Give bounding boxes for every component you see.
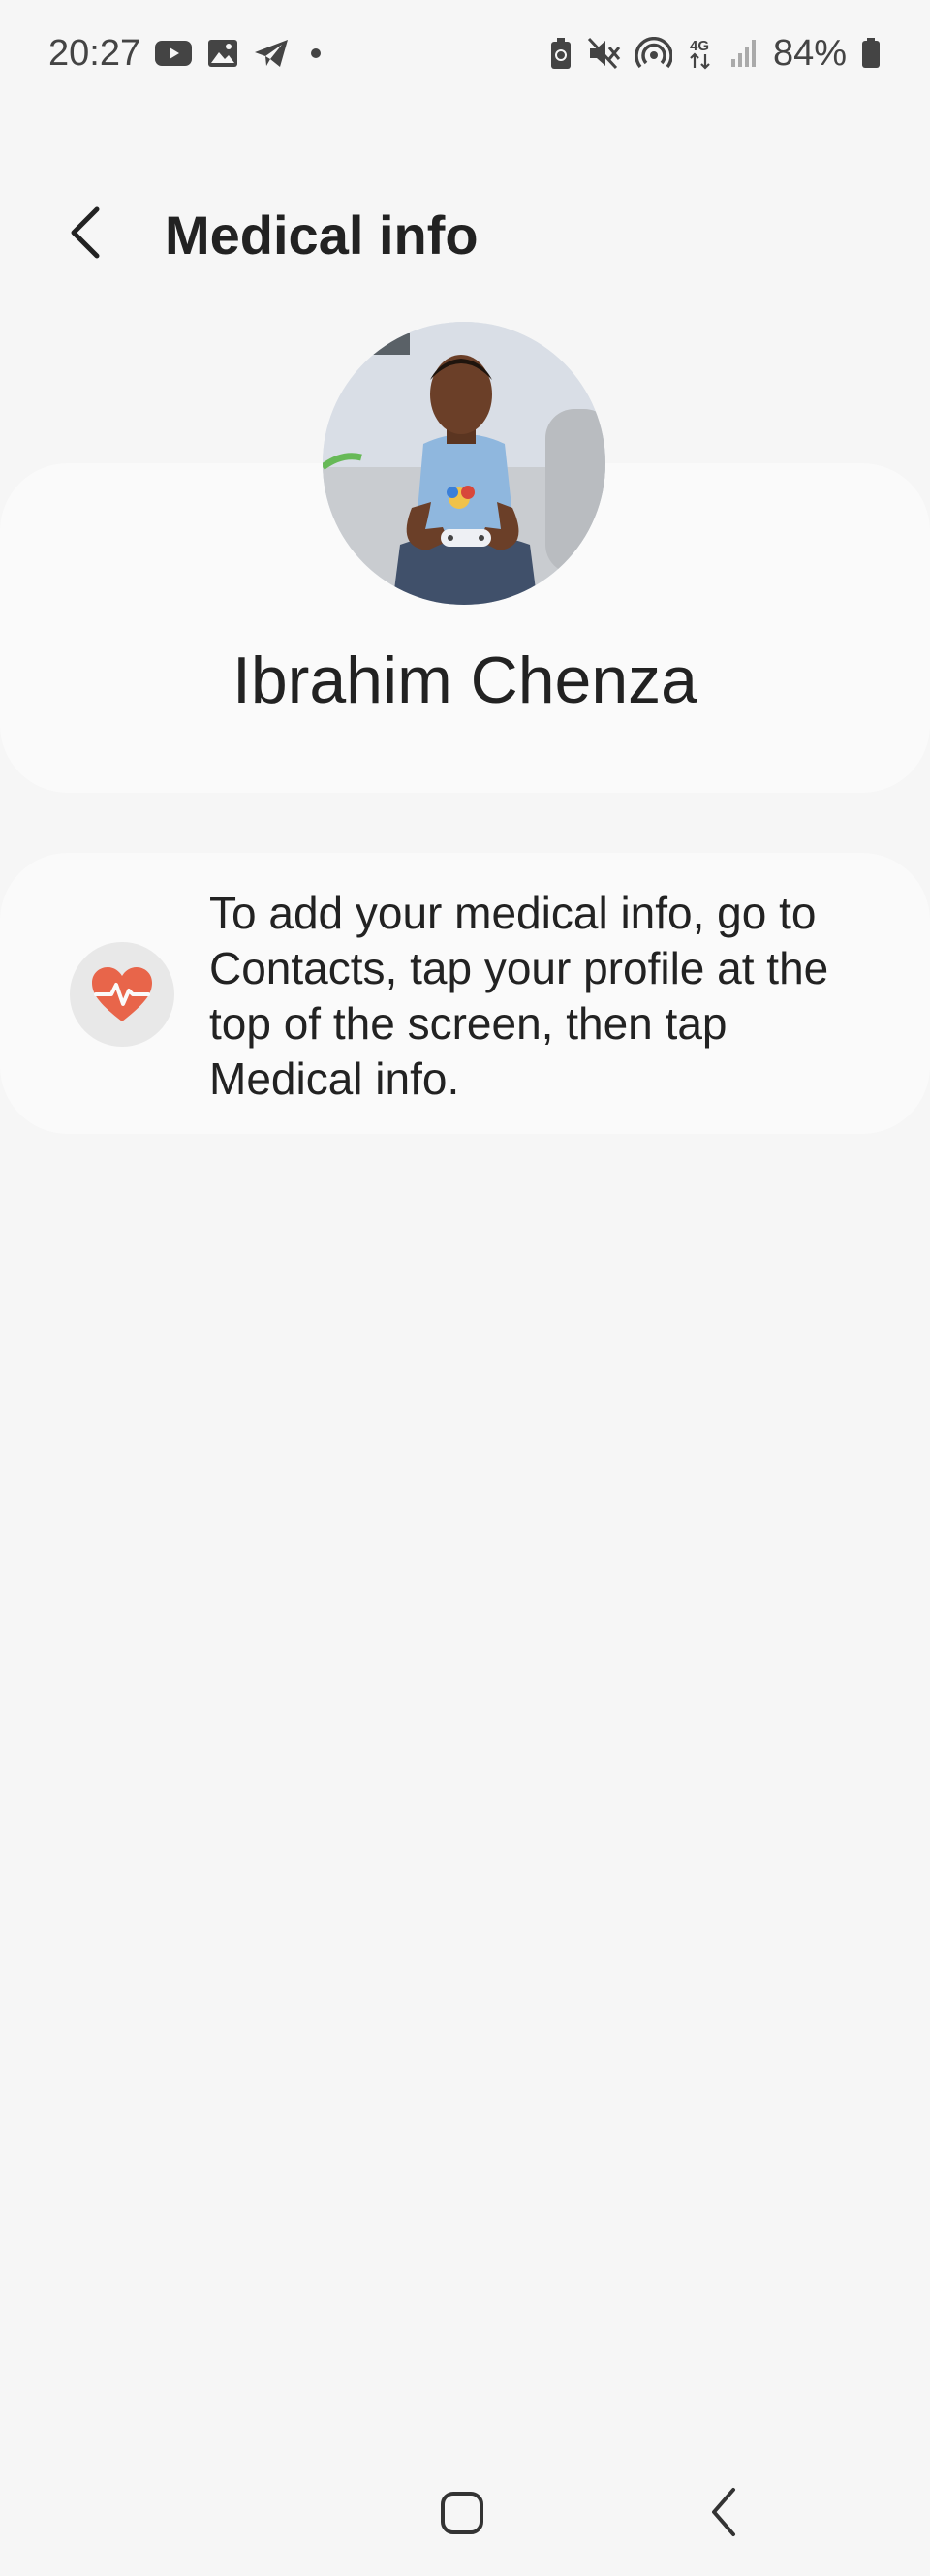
avatar-photo	[323, 322, 605, 605]
dot-icon	[303, 44, 328, 63]
app-header: Medical info	[0, 174, 930, 291]
nav-back-icon	[712, 2488, 735, 2536]
medical-info-message: To add your medical info, go to Contacts…	[209, 888, 829, 1104]
medical-info-card: To add your medical info, go to Contacts…	[0, 853, 930, 1134]
home-square-icon	[441, 2492, 483, 2534]
avatar[interactable]	[323, 322, 605, 605]
signal-icon	[728, 38, 760, 69]
heart-icon-badge	[70, 942, 174, 1047]
profile-name: Ibrahim Chenza	[232, 644, 698, 717]
4g-icon: 4G	[686, 36, 715, 71]
gallery-icon	[206, 38, 239, 69]
svg-text:4G: 4G	[690, 38, 709, 54]
navigation-bar	[0, 2452, 930, 2576]
youtube-icon	[154, 39, 193, 68]
status-left: 20:27	[48, 33, 328, 75]
mute-icon	[587, 37, 622, 70]
status-bar: 20:27 4G 84%	[0, 0, 930, 107]
home-button[interactable]	[438, 2489, 486, 2537]
battery-percent: 84%	[772, 32, 847, 74]
heart-pulse-icon	[92, 967, 152, 1021]
back-button[interactable]	[46, 194, 124, 271]
battery-saver-icon	[548, 36, 574, 71]
battery-icon	[860, 37, 882, 70]
chevron-left-icon	[71, 206, 100, 259]
page-title: Medical info	[165, 204, 479, 266]
status-right: 4G 84%	[548, 33, 882, 75]
nav-back-button[interactable]	[699, 2485, 748, 2539]
status-time: 20:27	[48, 32, 141, 74]
telegram-icon	[253, 38, 290, 69]
hotspot-icon	[635, 37, 672, 70]
